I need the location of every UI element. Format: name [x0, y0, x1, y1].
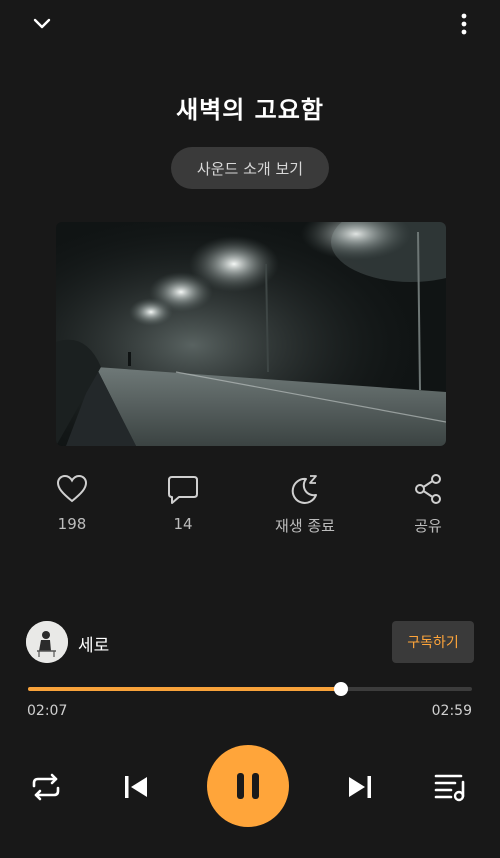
- sleep-timer-button[interactable]: 재생 종료: [260, 473, 350, 536]
- playback-controls: [0, 745, 500, 831]
- total-duration: 02:59: [431, 703, 472, 719]
- sleep-timer-label: 재생 종료: [275, 517, 335, 535]
- like-count: 198: [57, 515, 87, 533]
- chevron-down-icon[interactable]: [28, 12, 56, 36]
- share-button[interactable]: 공유: [383, 473, 473, 536]
- artist-row: 세로 구독하기: [26, 621, 474, 665]
- playlist-icon: [434, 774, 465, 802]
- repeat-icon: [32, 773, 60, 801]
- skip-previous-icon: [125, 776, 147, 798]
- playlist-button[interactable]: [432, 769, 470, 805]
- heart-icon: [56, 474, 88, 503]
- subscribe-button[interactable]: 구독하기: [392, 621, 474, 663]
- share-icon: [415, 474, 441, 504]
- comment-count: 14: [173, 515, 193, 533]
- album-cover-image: [56, 222, 446, 446]
- comment-button[interactable]: 14: [138, 473, 228, 533]
- previous-button[interactable]: [120, 771, 152, 803]
- action-row: 198 14 재생 종료 공유: [0, 473, 500, 553]
- next-button[interactable]: [344, 771, 376, 803]
- artist-name[interactable]: 세로: [78, 631, 109, 656]
- more-vertical-icon[interactable]: [458, 12, 470, 38]
- top-bar: [0, 0, 500, 50]
- progress-handle[interactable]: [334, 682, 349, 696]
- comment-icon: [168, 476, 198, 504]
- sound-intro-button[interactable]: 사운드 소개 보기: [171, 147, 329, 189]
- elapsed-time: 02:07: [27, 703, 68, 719]
- play-pause-button[interactable]: [207, 745, 289, 827]
- avatar[interactable]: [26, 621, 68, 663]
- skip-next-icon: [349, 776, 371, 798]
- moon-sleep-icon: [291, 475, 317, 504]
- like-button[interactable]: 198: [27, 473, 117, 533]
- repeat-button[interactable]: [28, 771, 64, 803]
- progress-fill: [28, 687, 342, 691]
- pause-icon: [237, 773, 259, 799]
- share-label: 공유: [414, 517, 442, 535]
- progress-slider[interactable]: [28, 682, 472, 696]
- track-title: 새벽의 고요함: [176, 96, 324, 124]
